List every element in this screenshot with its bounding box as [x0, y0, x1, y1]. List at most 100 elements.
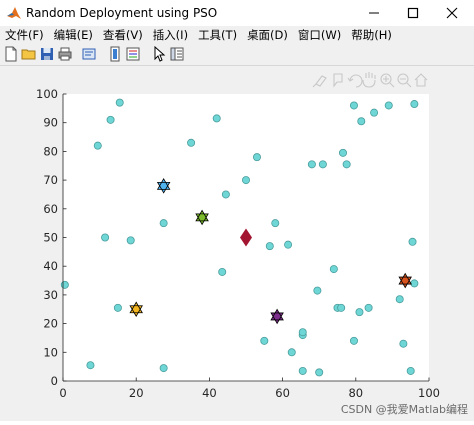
sensor-node-point: [338, 148, 347, 157]
close-button[interactable]: [434, 0, 470, 26]
scatter-plot[interactable]: 0 20 40 60 80 100 0 10 20 30 40 50 60 70 80 90 100: [0, 66, 474, 421]
sensor-node-point: [298, 328, 307, 337]
sensor-node-point: [218, 267, 227, 276]
figure-area: 0 20 40 60 80 100 0 10 20 30 40 50 60 70 80 90 100 CSDN …: [0, 66, 474, 421]
menu-bar: 文件(F) 编辑(E) 查看(V) 插入(I) 工具(T) 桌面(D) 窗口(W) 帮助(H): [0, 26, 474, 44]
x-tick-label: 100: [418, 386, 440, 400]
data-tips-icon[interactable]: [333, 73, 343, 88]
x-tick-label: 20: [129, 386, 144, 400]
sensor-node-point: [212, 114, 221, 123]
insert-colorbar-icon[interactable]: [125, 46, 141, 62]
print-icon[interactable]: [57, 46, 73, 62]
sensor-node-point: [187, 138, 196, 147]
sensor-node-point: [342, 160, 351, 169]
menu-item[interactable]: 编辑(E): [49, 27, 98, 43]
sensor-node-point: [252, 153, 261, 162]
sensor-node-point: [357, 117, 366, 126]
maximize-icon: [407, 7, 419, 19]
y-tick-label: 70: [43, 173, 58, 187]
sensor-node-point: [370, 108, 379, 117]
sensor-node-point: [106, 115, 115, 124]
sensor-node-point: [126, 236, 135, 245]
zoom-out-icon[interactable]: [397, 73, 412, 88]
menu-item[interactable]: 文件(F): [0, 27, 49, 43]
sensor-node-point: [408, 237, 417, 246]
menu-item[interactable]: 插入(I): [148, 27, 193, 43]
sensor-node-point: [337, 303, 346, 312]
property-inspector-icon[interactable]: [169, 46, 185, 62]
save-icon[interactable]: [39, 46, 55, 62]
y-tick-label: 20: [43, 317, 58, 331]
sensor-node-point: [384, 101, 393, 110]
y-tick-label: 10: [43, 345, 58, 359]
pan-icon[interactable]: [362, 72, 376, 88]
sensor-node-point: [349, 336, 358, 345]
menu-item[interactable]: 窗口(W): [293, 27, 346, 43]
sensor-node-point: [329, 265, 338, 274]
sensor-node-point: [115, 98, 124, 107]
y-tick-label: 60: [43, 202, 58, 216]
sensor-node-point: [241, 176, 250, 185]
menu-item[interactable]: 帮助(H): [346, 27, 397, 43]
maximize-button[interactable]: [395, 0, 431, 26]
new-file-icon[interactable]: [3, 46, 19, 62]
brush-icon[interactable]: [312, 75, 327, 88]
x-tick-label: 0: [59, 386, 66, 400]
sensor-node-point: [265, 242, 274, 251]
figure-toolbar: [0, 44, 474, 66]
menu-item[interactable]: 查看(V): [98, 27, 148, 43]
rotate-icon[interactable]: [347, 74, 363, 88]
sensor-node-point: [260, 336, 269, 345]
y-tick-label: 80: [43, 144, 58, 158]
sensor-node-point: [315, 368, 324, 377]
sensor-node-point: [101, 233, 110, 242]
sensor-node-point: [284, 240, 293, 249]
sensor-node-point: [287, 348, 296, 357]
y-tick-label: 0: [51, 374, 58, 388]
sensor-node-point: [349, 101, 358, 110]
close-icon: [446, 7, 458, 19]
y-tick-label: 40: [43, 259, 58, 273]
y-tick-label: 30: [43, 288, 58, 302]
sensor-node-point: [355, 308, 364, 317]
link-plot-icon[interactable]: [107, 46, 123, 62]
sensor-node-point: [159, 219, 168, 228]
sensor-node-point: [410, 100, 419, 109]
y-tick-label: 100: [36, 87, 58, 101]
x-tick-label: 80: [348, 386, 363, 400]
title-bar: Random Deployment using PSO: [0, 0, 474, 26]
sensor-node-point: [221, 190, 230, 199]
sensor-node-point: [395, 295, 404, 304]
home-icon[interactable]: [414, 73, 428, 87]
minimize-button[interactable]: [356, 0, 392, 26]
menu-item[interactable]: 工具(T): [193, 27, 242, 43]
axes-toolbar: [312, 72, 428, 88]
sensor-node-point: [399, 339, 408, 348]
sensor-node-point: [410, 279, 419, 288]
edit-plot-arrow-icon[interactable]: [151, 46, 167, 62]
y-tick-label: 90: [43, 116, 58, 130]
sensor-node-point: [364, 303, 373, 312]
sensor-node-point: [86, 361, 95, 370]
sensor-node-point: [113, 303, 122, 312]
watermark: CSDN @我爱Matlab编程: [340, 403, 468, 416]
sensor-node-point: [93, 141, 102, 150]
sensor-node-point: [159, 364, 168, 373]
y-tick-label: 50: [43, 231, 58, 245]
print-preview-icon[interactable]: [81, 46, 97, 62]
minimize-icon: [369, 12, 379, 14]
sensor-node-point: [60, 280, 69, 289]
sensor-node-point: [298, 366, 307, 375]
zoom-in-icon[interactable]: [380, 73, 395, 88]
sensor-node-point: [318, 160, 327, 169]
x-tick-label: 60: [275, 386, 290, 400]
sensor-node-point: [307, 160, 316, 169]
window-title: Random Deployment using PSO: [26, 6, 218, 20]
matlab-logo-icon: [7, 7, 21, 19]
sensor-node-point: [271, 219, 280, 228]
sensor-node-point: [313, 286, 322, 295]
x-tick-label: 40: [202, 386, 217, 400]
sensor-node-point: [406, 366, 415, 375]
open-folder-icon[interactable]: [21, 46, 37, 62]
menu-item[interactable]: 桌面(D): [242, 27, 293, 43]
